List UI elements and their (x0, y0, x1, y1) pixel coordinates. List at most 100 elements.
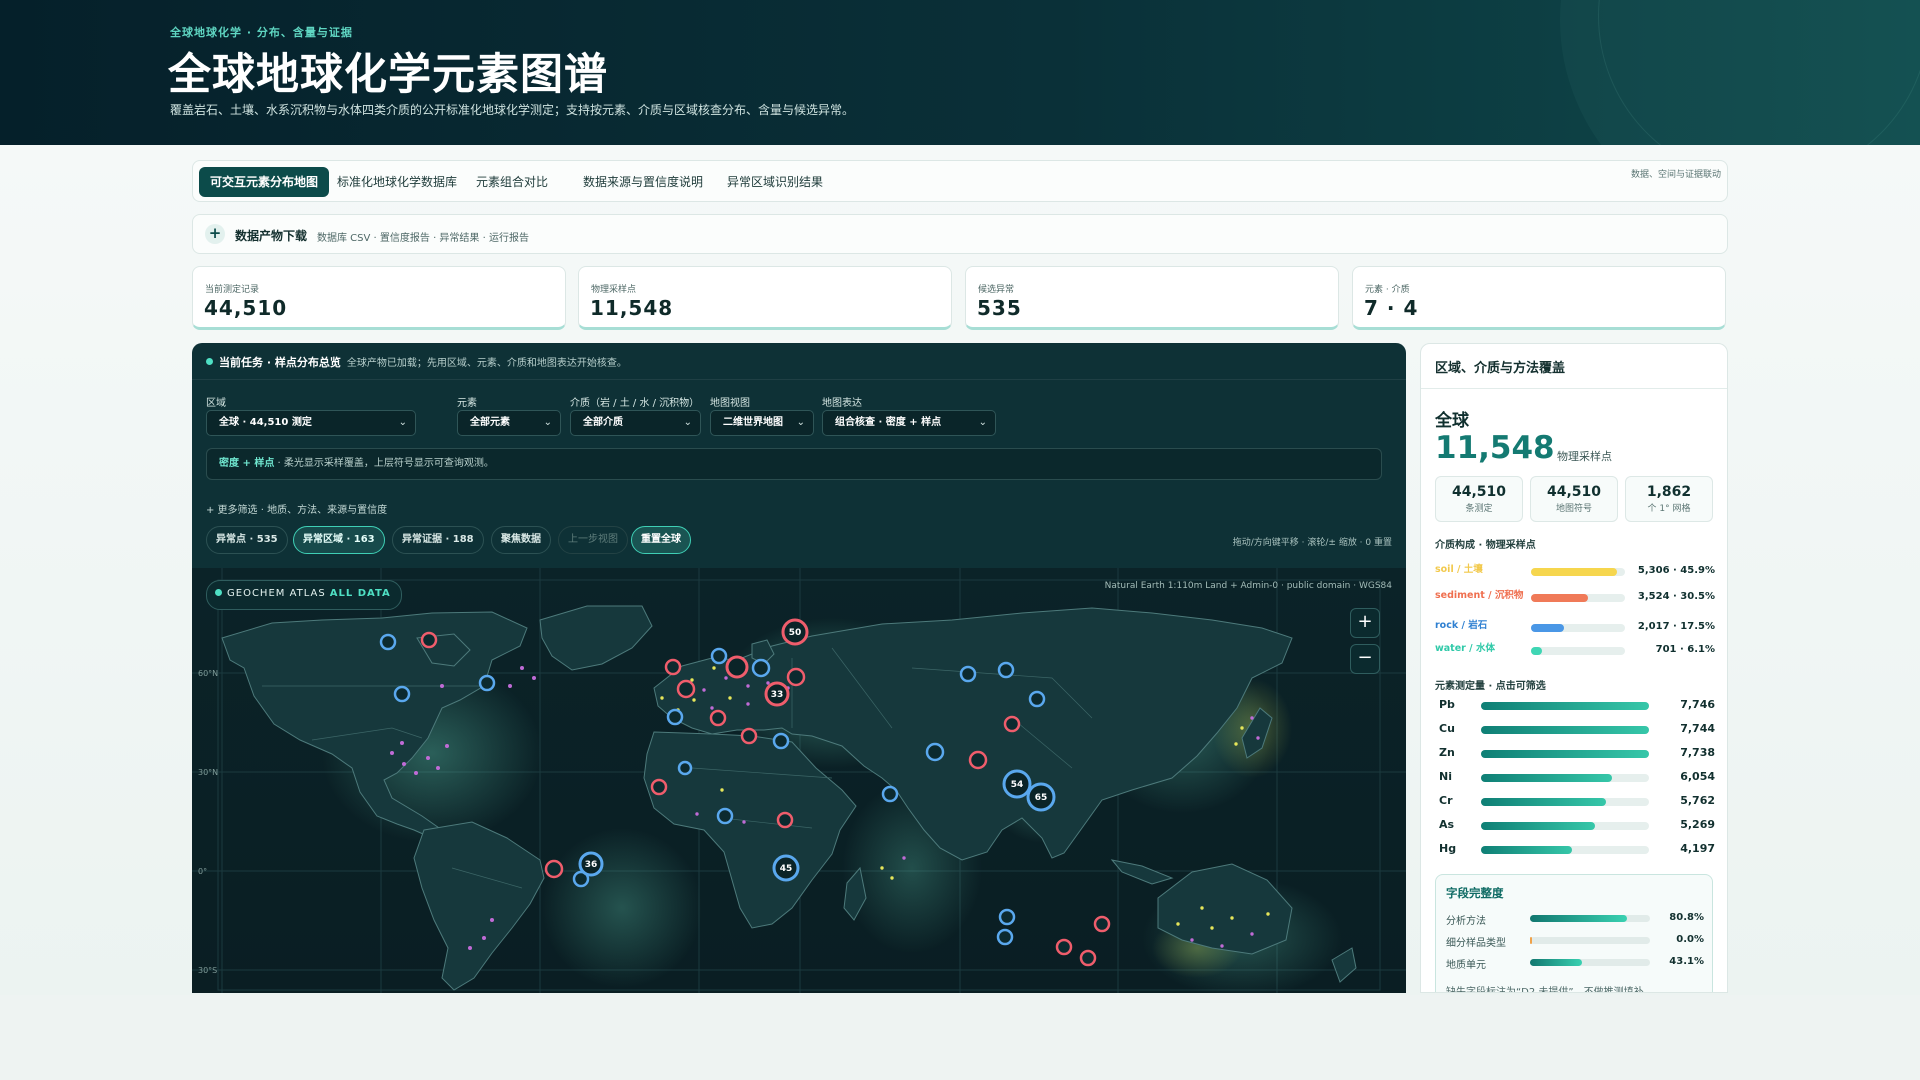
page-title: 全球地球化学元素图谱 (168, 50, 608, 100)
element-row-cu[interactable]: Cu 7,744 (1435, 722, 1715, 740)
map-panel: 当前任务 · 样点分布总览 全球产物已加载；先用区域、元素、介质和地图表达开始核查… (192, 343, 1406, 993)
field-bar-track (1530, 959, 1650, 966)
media-section-title: 介质构成 · 物理采样点 (1435, 540, 1536, 551)
field-bar-track (1530, 937, 1650, 944)
element-bar-track (1481, 846, 1649, 854)
zoom-out-button[interactable]: − (1350, 644, 1380, 674)
region-select-value: 全球 · 44,510 测定 (219, 417, 312, 428)
points-unit: 物理采样点 (1557, 450, 1612, 463)
chevron-down-icon: ⌄ (796, 417, 805, 428)
completeness-card: 字段完整度 分析方法 80.8% 细分样品类型 0.0% 地质单元 43.1% 缺失字段标… (1435, 874, 1713, 993)
download-bar[interactable]: + 数据产物下载 数据库 CSV · 置信度报告 · 异常结果 · 运行报告 (192, 214, 1728, 254)
stat-card-records: 当前测定记录 44,510 (192, 266, 566, 330)
elements-section-title: 元素测定量 · 点击可筛选 (1435, 681, 1546, 692)
element-bar-track (1481, 726, 1649, 734)
element-row-ni[interactable]: Ni 6,054 (1435, 770, 1715, 788)
element-bar-track (1481, 702, 1649, 710)
media-row[interactable]: soil / 土壤 5,306 · 45.9% (1435, 564, 1715, 582)
status-dot-icon (206, 358, 213, 365)
completeness-title: 字段完整度 (1446, 886, 1504, 900)
world-map[interactable]: 60°N 30°N 0° 30°S 50 33 54 65 36 45 (192, 568, 1406, 993)
element-row-hg[interactable]: Hg 4,197 (1435, 842, 1715, 860)
tab-data-sources[interactable]: 数据来源与置信度说明 (572, 167, 714, 197)
media-row[interactable]: water / 水体 701 · 6.1% (1435, 643, 1715, 661)
stat-value: 44,510 (204, 296, 288, 320)
mini-stat-grid: 1,862 个 1° 网格 (1625, 476, 1713, 522)
stat-value: 11,548 (590, 296, 674, 320)
field-value: 0.0% (1676, 934, 1704, 945)
element-bar-track (1481, 750, 1649, 758)
element-bar-fill (1481, 774, 1613, 782)
media-row[interactable]: rock / 岩石 2,017 · 17.5% (1435, 620, 1715, 638)
mini-stat-symbols: 44,510 地图符号 (1530, 476, 1618, 522)
stat-card-elements-media: 元素 · 介质 7 · 4 (1352, 266, 1726, 330)
element-bar-fill (1481, 846, 1573, 854)
region-select[interactable]: 全球 · 44,510 测定 ⌄ (206, 410, 416, 436)
filter-label-element: 元素 (457, 398, 477, 409)
element-select-value: 全部元素 (470, 417, 510, 428)
stat-value: 7 · 4 (1364, 296, 1419, 320)
medium-select[interactable]: 全部介质 ⌄ (570, 410, 701, 436)
element-row-zn[interactable]: Zn 7,738 (1435, 746, 1715, 764)
field-bar-fill (1530, 937, 1532, 944)
chevron-down-icon: ⌄ (543, 417, 552, 428)
note-bold: 密度 + 样点 (219, 458, 275, 469)
chevron-down-icon: ⌄ (978, 417, 987, 428)
stat-card-sites: 物理采样点 11,548 (578, 266, 952, 330)
media-bar-track (1531, 594, 1625, 602)
view-select[interactable]: 二维世界地图 ⌄ (710, 410, 814, 436)
stat-card-anomalies: 候选异常 535 (965, 266, 1339, 330)
element-bar-track (1481, 774, 1649, 782)
element-bar-fill (1481, 798, 1606, 806)
element-bar-fill (1481, 822, 1596, 830)
element-count: 4,197 (1680, 842, 1715, 855)
tab-database[interactable]: 标准化地球化学数据库 (326, 167, 468, 197)
representation-select[interactable]: 组合核查 · 密度 + 样点 ⌄ (822, 410, 996, 436)
field-name: 分析方法 (1446, 916, 1486, 927)
tab-map[interactable]: 可交互元素分布地图 (199, 167, 330, 197)
element-select[interactable]: 全部元素 ⌄ (457, 410, 561, 436)
navigation-hint: 拖动/方向键平移 · 滚轮/± 缩放 · 0 重置 (1232, 538, 1392, 548)
chip-previous-view[interactable]: 上一步视图 (558, 526, 628, 554)
media-value: 701 · 6.1% (1655, 644, 1715, 655)
element-symbol: Hg (1439, 842, 1457, 855)
element-row-cr[interactable]: Cr 5,762 (1435, 794, 1715, 812)
media-bar-track (1531, 568, 1625, 576)
element-bar-fill (1481, 750, 1649, 758)
element-count: 7,744 (1680, 722, 1715, 735)
chip-anomaly-regions[interactable]: 异常区域 · 163 (293, 526, 385, 554)
header-eyebrow: 全球地球化学 · 分布、含量与证据 (170, 26, 353, 39)
expand-plus-icon[interactable]: + (205, 224, 225, 244)
chip-anomaly-evidence[interactable]: 异常证据 · 188 (392, 526, 484, 554)
element-count: 7,746 (1680, 698, 1715, 711)
field-name: 地质单元 (1446, 960, 1486, 971)
lat-label: 0° (198, 867, 207, 876)
cluster-count: 45 (780, 864, 793, 874)
media-name: sediment / 沉积物 (1435, 590, 1524, 601)
chip-focus-data[interactable]: 聚焦数据 (491, 526, 551, 554)
chip-reset-global[interactable]: 重置全球 (631, 526, 691, 554)
points-count: 11,548 (1435, 430, 1555, 466)
more-filters-toggle[interactable]: + 更多筛选 · 地质、方法、来源与置信度 (206, 501, 387, 516)
field-value: 43.1% (1669, 956, 1704, 967)
media-row[interactable]: sediment / 沉积物 3,524 · 30.5% (1435, 590, 1715, 608)
element-bar-fill (1481, 702, 1649, 710)
element-row-as[interactable]: As 5,269 (1435, 818, 1715, 836)
divider (192, 379, 1406, 380)
element-row-pb[interactable]: Pb 7,746 (1435, 698, 1715, 716)
cluster-count: 54 (1011, 780, 1024, 790)
tab-anomalies[interactable]: 异常区域识别结果 (716, 167, 834, 197)
chip-anomaly-points[interactable]: 异常点 · 535 (206, 526, 288, 554)
badge-name: GEOCHEM ATLAS (227, 588, 326, 599)
lat-label: 30°N (198, 768, 218, 777)
element-count: 7,738 (1680, 746, 1715, 759)
page-header: 全球地球化学 · 分布、含量与证据 全球地球化学元素图谱 覆盖岩石、土壤、水系沉… (0, 0, 1920, 145)
decorative-ring (1598, 0, 1920, 145)
task-header: 当前任务 · 样点分布总览 全球产物已加载；先用区域、元素、介质和地图表达开始核查… (206, 354, 627, 370)
tab-element-compare[interactable]: 元素组合对比 (465, 167, 559, 197)
zoom-in-button[interactable]: + (1350, 608, 1380, 638)
field-bar-track (1530, 915, 1650, 922)
completeness-footnote: 缺失字段标注为“D2 未提供”，不做推测填补。 (1446, 987, 1654, 993)
media-value: 3,524 · 30.5% (1637, 591, 1715, 602)
representation-select-value: 组合核查 · 密度 + 样点 (835, 417, 942, 428)
